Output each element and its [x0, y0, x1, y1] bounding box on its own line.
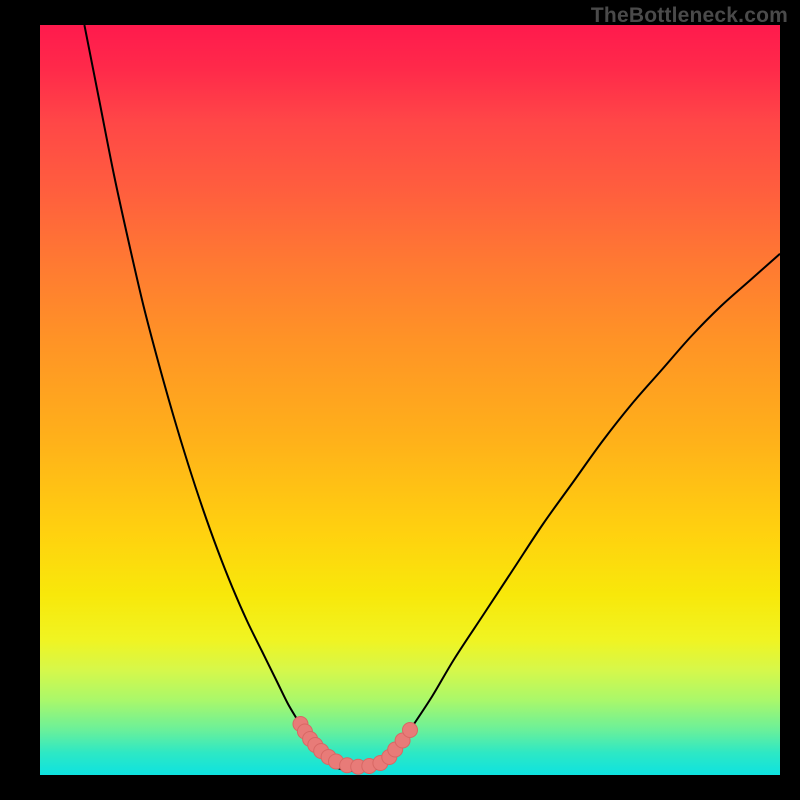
- right-curve-path: [384, 254, 780, 766]
- plot-area: [40, 25, 780, 775]
- left-curve-path: [84, 25, 332, 766]
- curves-layer: [40, 25, 780, 775]
- watermark-text: TheBottleneck.com: [591, 4, 788, 28]
- valley-dots-group: [293, 717, 418, 775]
- valley-dot: [403, 723, 418, 738]
- chart-frame: TheBottleneck.com: [0, 0, 800, 800]
